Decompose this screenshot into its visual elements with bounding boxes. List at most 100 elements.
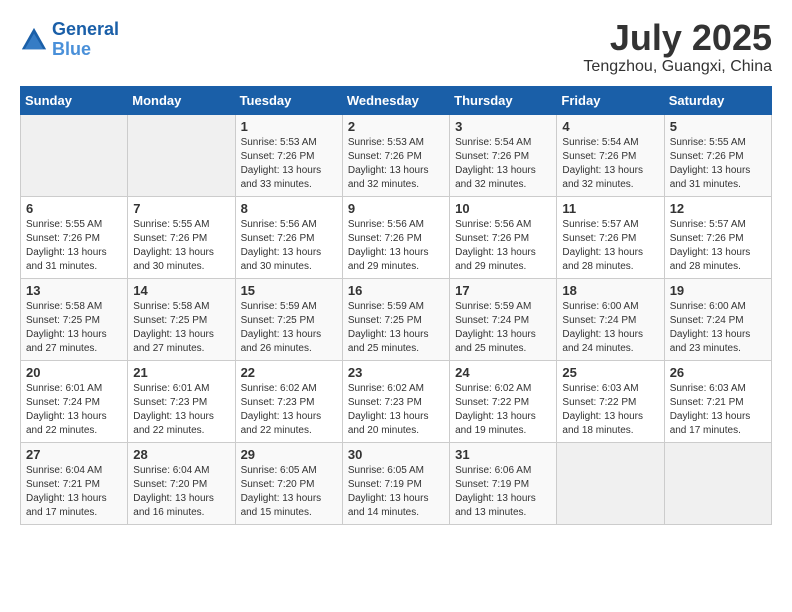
weekday-header: Tuesday [235, 87, 342, 115]
day-number: 27 [26, 447, 122, 462]
day-detail: Sunrise: 6:01 AM Sunset: 7:24 PM Dayligh… [26, 382, 122, 438]
day-number: 1 [241, 119, 337, 134]
calendar-week-row: 13 Sunrise: 5:58 AM Sunset: 7:25 PM Dayli… [21, 279, 772, 361]
title-block: July 2025 Tengzhou, Guangxi, China [583, 20, 772, 76]
calendar-body: 1 Sunrise: 5:53 AM Sunset: 7:26 PM Daylig… [21, 115, 772, 525]
day-number: 31 [455, 447, 551, 462]
calendar-cell: 4 Sunrise: 5:54 AM Sunset: 7:26 PM Daylig… [557, 115, 664, 197]
calendar-cell: 14 Sunrise: 5:58 AM Sunset: 7:25 PM Dayli… [128, 279, 235, 361]
calendar-cell: 5Sunrise: 5:55 AM Sunset: 7:26 PM Daylig… [664, 115, 771, 197]
day-number: 2 [348, 119, 444, 134]
day-number: 13 [26, 283, 122, 298]
calendar-cell: 15Sunrise: 5:59 AM Sunset: 7:25 PM Dayli… [235, 279, 342, 361]
day-detail: Sunrise: 5:58 AM Sunset: 7:25 PM Dayligh… [26, 300, 122, 356]
day-number: 18 [562, 283, 658, 298]
calendar-cell: 9 Sunrise: 5:56 AM Sunset: 7:26 PM Daylig… [342, 197, 449, 279]
page-header: GeneralBlue July 2025 Tengzhou, Guangxi,… [20, 20, 772, 76]
day-detail: Sunrise: 5:56 AM Sunset: 7:26 PM Dayligh… [455, 218, 551, 274]
logo-icon [20, 26, 48, 54]
day-detail: Sunrise: 5:56 AM Sunset: 7:26 PM Dayligh… [348, 218, 444, 274]
weekday-header: Thursday [450, 87, 557, 115]
calendar-cell: 12 Sunrise: 5:57 AM Sunset: 7:26 PM Dayli… [664, 197, 771, 279]
day-number: 17 [455, 283, 551, 298]
day-detail: Sunrise: 5:55 AM Sunset: 7:26 PM Dayligh… [133, 218, 229, 274]
day-detail: Sunrise: 5:54 AM Sunset: 7:26 PM Dayligh… [562, 136, 658, 192]
calendar-cell: 26Sunrise: 6:03 AM Sunset: 7:21 PM Dayli… [664, 361, 771, 443]
day-number: 5 [670, 119, 766, 134]
day-number: 28 [133, 447, 229, 462]
day-number: 14 [133, 283, 229, 298]
day-number: 10 [455, 201, 551, 216]
logo: GeneralBlue [20, 20, 119, 60]
day-detail: Sunrise: 6:05 AM Sunset: 7:19 PM Dayligh… [348, 464, 444, 520]
calendar-cell: 29 Sunrise: 6:05 AM Sunset: 7:20 PM Dayli… [235, 443, 342, 525]
day-detail: Sunrise: 6:02 AM Sunset: 7:23 PM Dayligh… [241, 382, 337, 438]
calendar-cell: 23Sunrise: 6:02 AM Sunset: 7:23 PM Dayli… [342, 361, 449, 443]
calendar-table: SundayMondayTuesdayWednesdayThursdayFrid… [20, 86, 772, 525]
calendar-cell [21, 115, 128, 197]
calendar-cell: 16Sunrise: 5:59 AM Sunset: 7:25 PM Dayli… [342, 279, 449, 361]
day-detail: Sunrise: 5:57 AM Sunset: 7:26 PM Dayligh… [670, 218, 766, 274]
calendar-cell: 11Sunrise: 5:57 AM Sunset: 7:26 PM Dayli… [557, 197, 664, 279]
day-number: 3 [455, 119, 551, 134]
calendar-cell: 22 Sunrise: 6:02 AM Sunset: 7:23 PM Dayli… [235, 361, 342, 443]
weekday-header: Monday [128, 87, 235, 115]
day-number: 20 [26, 365, 122, 380]
calendar-cell: 7Sunrise: 5:55 AM Sunset: 7:26 PM Daylig… [128, 197, 235, 279]
day-number: 16 [348, 283, 444, 298]
calendar-cell: 17 Sunrise: 5:59 AM Sunset: 7:24 PM Dayli… [450, 279, 557, 361]
calendar-cell: 10 Sunrise: 5:56 AM Sunset: 7:26 PM Dayli… [450, 197, 557, 279]
calendar-header: SundayMondayTuesdayWednesdayThursdayFrid… [21, 87, 772, 115]
day-detail: Sunrise: 5:58 AM Sunset: 7:25 PM Dayligh… [133, 300, 229, 356]
day-detail: Sunrise: 6:03 AM Sunset: 7:22 PM Dayligh… [562, 382, 658, 438]
day-number: 22 [241, 365, 337, 380]
day-detail: Sunrise: 6:05 AM Sunset: 7:20 PM Dayligh… [241, 464, 337, 520]
weekday-header: Sunday [21, 87, 128, 115]
day-number: 21 [133, 365, 229, 380]
day-number: 9 [348, 201, 444, 216]
weekday-header-row: SundayMondayTuesdayWednesdayThursdayFrid… [21, 87, 772, 115]
calendar-cell: 31Sunrise: 6:06 AM Sunset: 7:19 PM Dayli… [450, 443, 557, 525]
calendar-cell: 3 Sunrise: 5:54 AM Sunset: 7:26 PM Daylig… [450, 115, 557, 197]
calendar-cell: 21 Sunrise: 6:01 AM Sunset: 7:23 PM Dayli… [128, 361, 235, 443]
calendar-cell: 25Sunrise: 6:03 AM Sunset: 7:22 PM Dayli… [557, 361, 664, 443]
location-title: Tengzhou, Guangxi, China [583, 58, 772, 76]
day-detail: Sunrise: 6:00 AM Sunset: 7:24 PM Dayligh… [562, 300, 658, 356]
day-number: 24 [455, 365, 551, 380]
calendar-week-row: 27 Sunrise: 6:04 AM Sunset: 7:21 PM Dayli… [21, 443, 772, 525]
day-detail: Sunrise: 5:53 AM Sunset: 7:26 PM Dayligh… [241, 136, 337, 192]
logo-text: GeneralBlue [52, 20, 119, 60]
calendar-cell: 28 Sunrise: 6:04 AM Sunset: 7:20 PM Dayli… [128, 443, 235, 525]
calendar-cell: 13 Sunrise: 5:58 AM Sunset: 7:25 PM Dayli… [21, 279, 128, 361]
day-detail: Sunrise: 5:55 AM Sunset: 7:26 PM Dayligh… [26, 218, 122, 274]
day-number: 29 [241, 447, 337, 462]
calendar-cell [128, 115, 235, 197]
day-detail: Sunrise: 6:02 AM Sunset: 7:23 PM Dayligh… [348, 382, 444, 438]
day-detail: Sunrise: 5:59 AM Sunset: 7:24 PM Dayligh… [455, 300, 551, 356]
calendar-cell: 1 Sunrise: 5:53 AM Sunset: 7:26 PM Daylig… [235, 115, 342, 197]
calendar-cell: 30 Sunrise: 6:05 AM Sunset: 7:19 PM Dayli… [342, 443, 449, 525]
day-detail: Sunrise: 5:54 AM Sunset: 7:26 PM Dayligh… [455, 136, 551, 192]
day-number: 30 [348, 447, 444, 462]
day-detail: Sunrise: 6:03 AM Sunset: 7:21 PM Dayligh… [670, 382, 766, 438]
weekday-header: Friday [557, 87, 664, 115]
weekday-header: Saturday [664, 87, 771, 115]
day-number: 19 [670, 283, 766, 298]
day-detail: Sunrise: 6:00 AM Sunset: 7:24 PM Dayligh… [670, 300, 766, 356]
day-number: 12 [670, 201, 766, 216]
calendar-cell: 24Sunrise: 6:02 AM Sunset: 7:22 PM Dayli… [450, 361, 557, 443]
calendar-cell: 18 Sunrise: 6:00 AM Sunset: 7:24 PM Dayli… [557, 279, 664, 361]
calendar-cell: 20 Sunrise: 6:01 AM Sunset: 7:24 PM Dayli… [21, 361, 128, 443]
day-number: 4 [562, 119, 658, 134]
day-detail: Sunrise: 6:04 AM Sunset: 7:21 PM Dayligh… [26, 464, 122, 520]
calendar-cell: 6Sunrise: 5:55 AM Sunset: 7:26 PM Daylig… [21, 197, 128, 279]
calendar-cell: 27 Sunrise: 6:04 AM Sunset: 7:21 PM Dayli… [21, 443, 128, 525]
day-detail: Sunrise: 6:04 AM Sunset: 7:20 PM Dayligh… [133, 464, 229, 520]
day-detail: Sunrise: 6:01 AM Sunset: 7:23 PM Dayligh… [133, 382, 229, 438]
day-detail: Sunrise: 5:57 AM Sunset: 7:26 PM Dayligh… [562, 218, 658, 274]
calendar-cell [664, 443, 771, 525]
calendar-week-row: 1 Sunrise: 5:53 AM Sunset: 7:26 PM Daylig… [21, 115, 772, 197]
day-number: 8 [241, 201, 337, 216]
calendar-cell: 19 Sunrise: 6:00 AM Sunset: 7:24 PM Dayli… [664, 279, 771, 361]
weekday-header: Wednesday [342, 87, 449, 115]
